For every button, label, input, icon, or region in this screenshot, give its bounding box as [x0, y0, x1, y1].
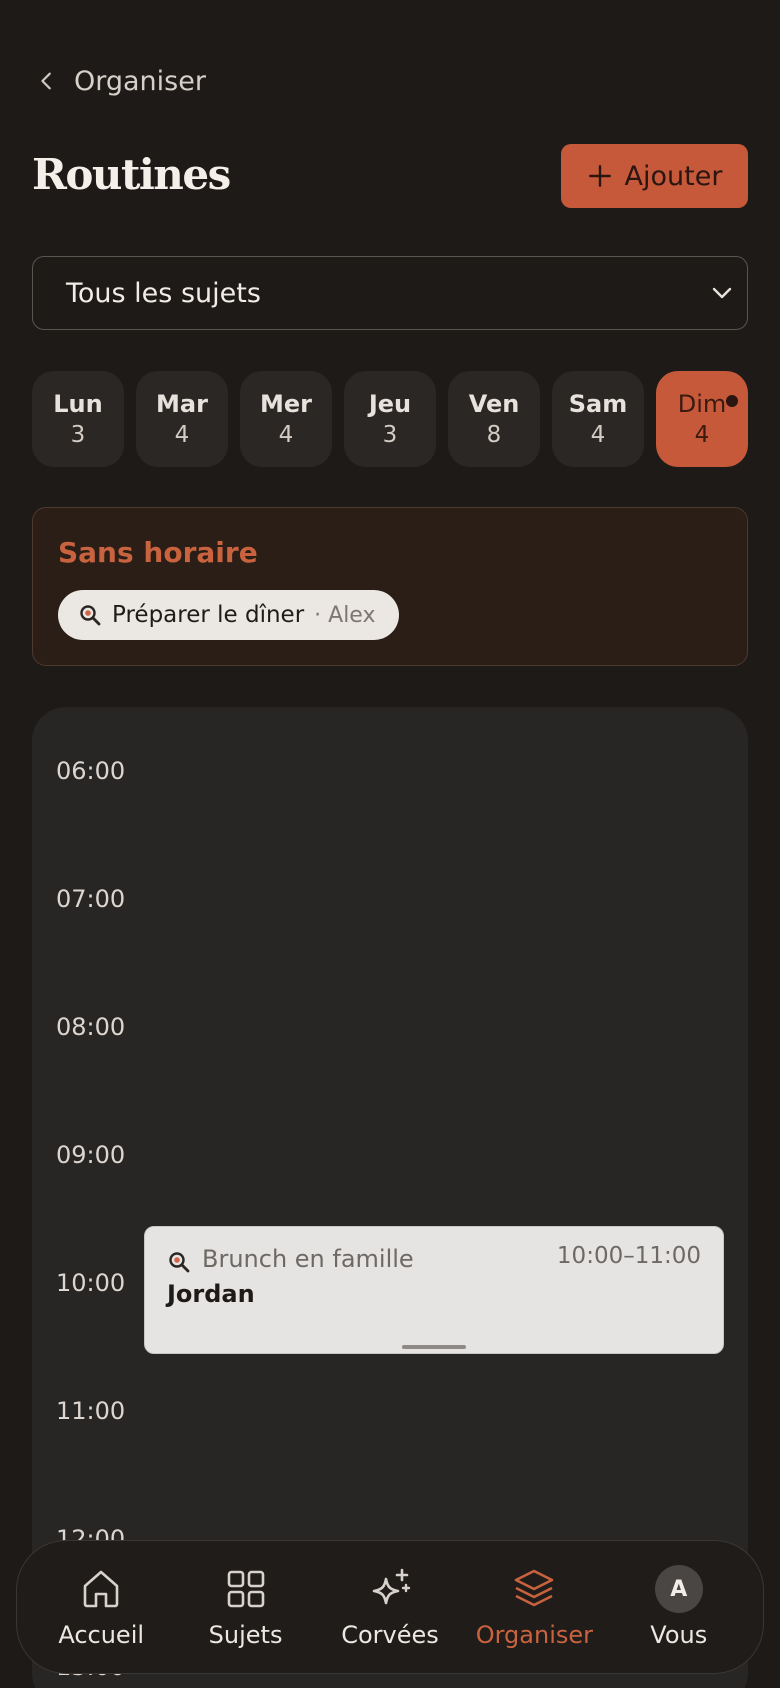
nav-label: Sujets [208, 1621, 283, 1649]
day-count: 3 [382, 422, 398, 448]
day-name: Ven [468, 390, 520, 418]
resize-handle[interactable] [402, 1345, 466, 1349]
day-count: 8 [486, 422, 502, 448]
day-tab-dim[interactable]: Dim 4 [656, 371, 748, 467]
bottom-nav: Accueil Sujets Corvées Organiser A Vous [16, 1540, 764, 1674]
home-icon [83, 1570, 119, 1608]
today-dot-icon [726, 395, 738, 407]
hour-label: 11:00 [56, 1397, 126, 1425]
day-count: 3 [70, 422, 86, 448]
event-time: 10:00–11:00 [556, 1243, 701, 1269]
chevron-left-icon [41, 72, 51, 90]
nav-label: Accueil [58, 1621, 145, 1649]
cooking-pan-icon [169, 1252, 190, 1273]
day-selector: Lun 3 Mar 4 Mer 4 Jeu 3 Ven 8 Sam 4 Dim 4 [32, 371, 748, 467]
hour-label: 08:00 [56, 1013, 126, 1041]
timeline-event[interactable]: Brunch en famille 10:00–11:00 Jordan [144, 1226, 724, 1354]
day-name: Jeu [368, 390, 412, 418]
day-tab-mer[interactable]: Mer 4 [240, 371, 332, 467]
chevron-down-icon [712, 287, 732, 299]
nav-label: Vous [650, 1621, 708, 1649]
subject-filter-select[interactable]: Tous les sujets [32, 256, 748, 330]
day-count: 4 [174, 422, 190, 448]
page-title: Routines [32, 150, 231, 199]
day-tab-lun[interactable]: Lun 3 [32, 371, 124, 467]
day-tab-ven[interactable]: Ven 8 [448, 371, 540, 467]
day-name: Dim [677, 390, 727, 418]
day-tab-sam[interactable]: Sam 4 [552, 371, 644, 467]
avatar: A [654, 1565, 703, 1613]
nav-item-organiser[interactable]: Organiser [464, 1565, 604, 1649]
grid-icon [227, 1570, 264, 1608]
cooking-pan-icon [80, 605, 101, 626]
day-name: Mar [156, 390, 208, 418]
day-tab-mar[interactable]: Mar 4 [136, 371, 228, 467]
plus-icon [588, 165, 611, 187]
back-link[interactable]: Organiser [36, 62, 206, 100]
nav-label: Organiser [475, 1621, 593, 1649]
day-count: 4 [590, 422, 606, 448]
day-name: Sam [568, 390, 628, 418]
add-button[interactable]: Ajouter [561, 144, 748, 208]
task-title: Préparer le dîner [112, 602, 305, 628]
day-count: 4 [278, 422, 294, 448]
nav-item-sujets[interactable]: Sujets [176, 1565, 316, 1649]
nav-item-accueil[interactable]: Accueil [31, 1565, 171, 1649]
unscheduled-heading: Sans horaire [58, 536, 258, 569]
day-name: Lun [53, 390, 103, 418]
task-assignee: · Alex [314, 602, 376, 628]
sparkle-icon [372, 1568, 411, 1605]
day-tab-jeu[interactable]: Jeu 3 [344, 371, 436, 467]
hour-label: 09:00 [56, 1141, 126, 1169]
nav-item-corvees[interactable]: Corvées [320, 1565, 460, 1649]
unscheduled-task-chip[interactable]: Préparer le dîner · Alex [58, 590, 400, 640]
nav-label: Corvées [341, 1621, 439, 1649]
hour-label: 06:00 [56, 757, 126, 785]
nav-item-vous[interactable]: A Vous [609, 1565, 749, 1649]
unscheduled-card: Sans horaire Préparer le dîner · Alex [32, 507, 748, 666]
hour-label: 07:00 [56, 885, 126, 913]
event-assignee: Jordan [167, 1280, 255, 1308]
subject-filter-value: Tous les sujets [66, 277, 261, 309]
back-link-label: Organiser [74, 65, 206, 97]
hour-label: 10:00 [56, 1269, 126, 1297]
day-count: 4 [694, 422, 710, 448]
event-title: Brunch en famille [202, 1245, 414, 1273]
add-button-label: Ajouter [624, 160, 723, 192]
layers-icon [515, 1569, 554, 1607]
day-name: Mer [260, 390, 312, 418]
